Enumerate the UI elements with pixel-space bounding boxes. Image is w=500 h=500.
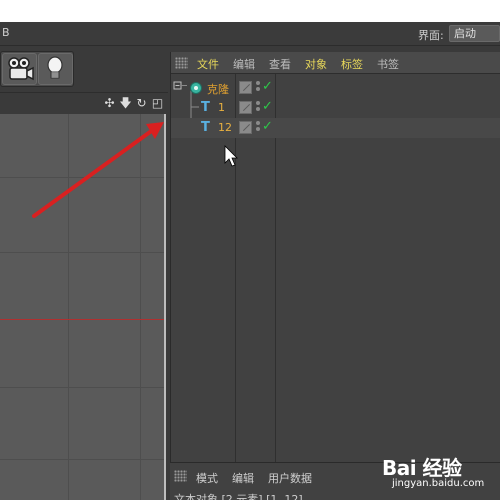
watermark-main: Bai 经验 xyxy=(382,456,462,480)
watermark-sub: jingyan.baidu.com xyxy=(392,478,485,489)
mouse-cursor-icon xyxy=(224,145,238,167)
red-arrow-shaft xyxy=(32,130,152,218)
annotation-overlay xyxy=(32,122,238,218)
watermark: Bai 经验 jingyan.baidu.com xyxy=(382,452,500,500)
